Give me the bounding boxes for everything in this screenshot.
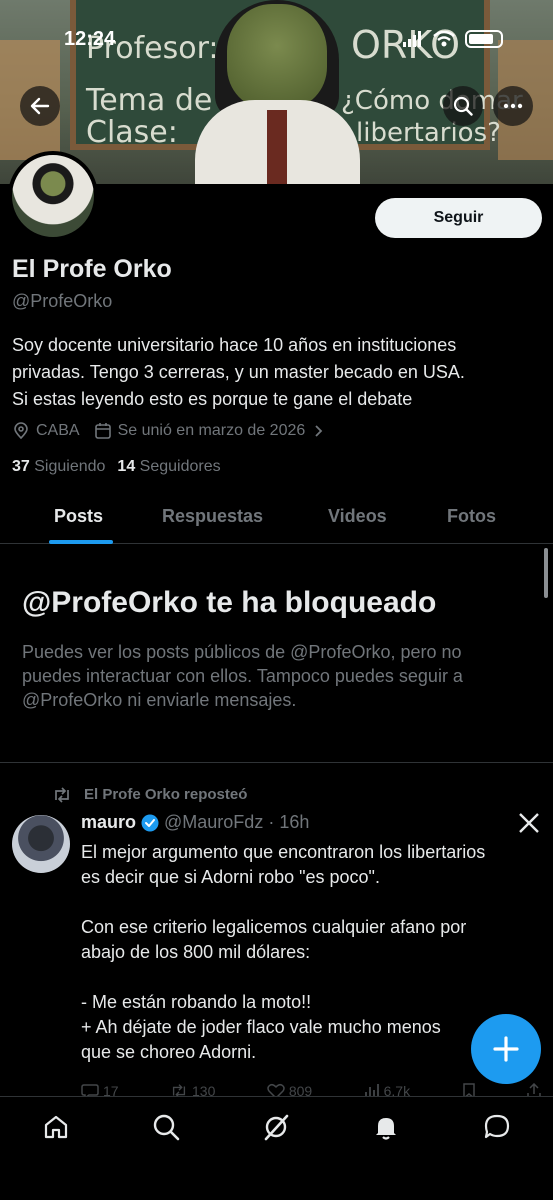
status-bar: 12:24 [0,26,553,56]
tweet-line: - Me están robando la moto!! [81,992,312,1012]
tweet-time: · 16h [268,812,310,832]
tweet-author-handle[interactable]: @MauroFdz [164,812,263,833]
profile-handle: @ProfeOrko [12,291,113,311]
chat-bubble-icon [484,1114,510,1139]
calendar-icon [94,423,111,439]
tweet-line [81,965,541,990]
profile-name: El Profe Orko [12,255,172,283]
search-icon [153,1114,180,1141]
profile-tabs: Posts Respuestas Videos Fotos [0,494,553,544]
scrollbar[interactable] [544,548,548,598]
verified-badge-icon [141,814,159,831]
repost-label: El Profe Orko reposteó [84,786,248,803]
home-icon [44,1115,68,1139]
tab-fotos[interactable]: Fotos [447,506,496,527]
nav-notifications[interactable] [370,1111,402,1143]
more-options-button[interactable] [493,86,533,126]
grok-icon [264,1114,289,1141]
blocked-desc-line: puedes interactuar con ellos. Tampoco pu… [22,666,463,686]
profile-avatar[interactable] [8,151,98,241]
tweet-line: El mejor argumento que encontraron los l… [81,842,486,862]
compose-button[interactable] [471,1014,541,1084]
arrow-left-icon [30,97,50,115]
tweet-header: mauro @MauroFdz · 16h [81,812,309,833]
profile-meta: CABA Se unió en marzo de 2026 [12,422,325,440]
blocked-title: @ProfeOrko te ha bloqueado [22,586,437,619]
followers-link[interactable]: 14 Seguidores [117,458,220,476]
tab-videos[interactable]: Videos [328,506,387,527]
nav-search[interactable] [150,1111,182,1143]
nav-grok[interactable] [260,1111,292,1143]
more-dots-icon [503,103,523,109]
joined-text: Se unió en marzo de 2026 [117,422,306,439]
tweet-body: El mejor argumento que encontraron los l… [81,840,541,1065]
tweet-line: es decir que si Adorni robo "es poco". [81,867,380,887]
tab-respuestas[interactable]: Respuestas [162,506,263,527]
tweet-line: abajo de los 800 mil dólares: [81,942,311,962]
repost-indicator: El Profe Orko reposteó [52,786,247,803]
tweet-line: Con ese criterio legalicemos cualquier a… [81,917,467,937]
tweet-line: + Ah déjate de joder flaco vale mucho me… [81,1017,441,1037]
board-line3: Clase: [86,115,178,150]
repost-icon [55,786,69,803]
blocked-description: Puedes ver los posts públicos de @ProfeO… [22,640,532,712]
active-tab-indicator [49,540,113,544]
location-pin-icon [14,422,28,440]
follow-button[interactable]: Seguir [375,198,542,238]
follow-counts: 37 Siguiendo 14 Seguidores [12,458,221,476]
search-button[interactable] [443,86,483,126]
profile-bio: Soy docente universitario hace 10 años e… [12,332,542,413]
status-icons [403,30,503,48]
nav-messages[interactable] [481,1111,513,1143]
blocked-desc-line: @ProfeOrko ni enviarle mensajes. [22,690,297,710]
tweet-line [81,890,541,915]
chevron-right-icon[interactable] [311,424,325,438]
location-text: CABA [36,422,80,439]
divider [0,762,553,763]
search-icon [453,96,473,116]
battery-icon [465,30,503,48]
x-logo-icon [519,813,539,833]
following-link[interactable]: 37 Siguiendo [12,458,105,476]
board-question2: libertarios? [356,118,501,148]
plus-icon [493,1036,519,1062]
status-time: 12:24 [64,28,116,50]
wifi-icon [433,31,455,47]
tab-posts[interactable]: Posts [54,506,103,527]
back-button[interactable] [20,86,60,126]
bio-line: privadas. Tengo 3 cerreras, y un master … [12,362,465,382]
bell-icon [376,1118,396,1140]
blocked-desc-line: Puedes ver los posts públicos de @ProfeO… [22,642,462,662]
bio-line: Si estas leyendo esto es porque te gane … [12,389,413,409]
tweet-author-avatar[interactable] [12,815,70,873]
tweet-author-name[interactable]: mauro [81,812,136,833]
signal-icon [403,31,421,47]
bio-line: Soy docente universitario hace 10 años e… [12,335,457,355]
nav-home[interactable] [40,1111,72,1143]
bottom-navigation [0,1096,553,1200]
